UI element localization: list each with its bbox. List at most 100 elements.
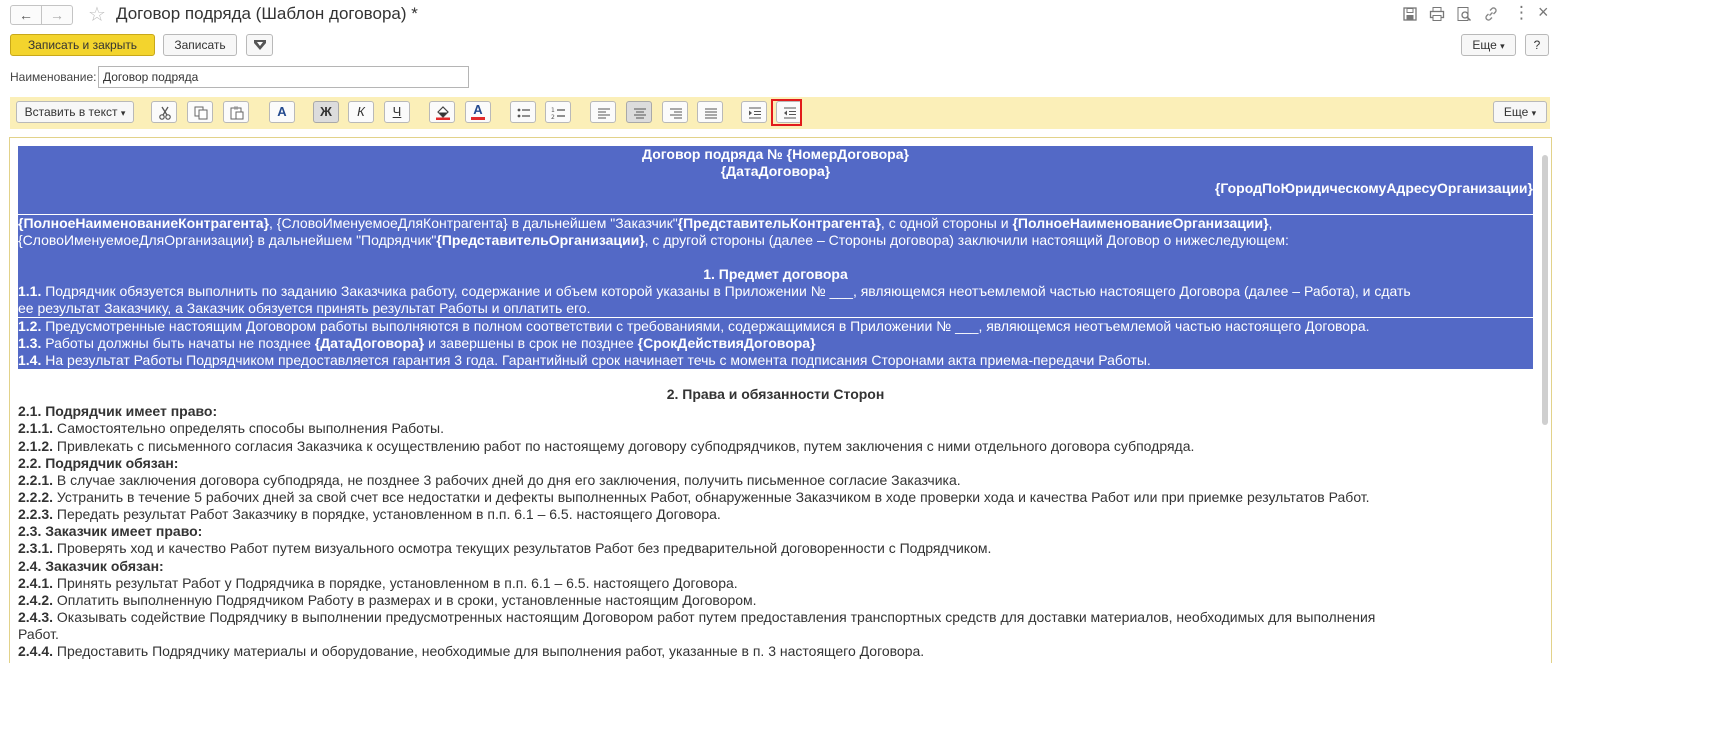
save-button[interactable]: Записать	[163, 34, 237, 56]
text-run: {ПредставительОрганизации}	[436, 231, 645, 248]
text-line[interactable]: 2.3.1. Проверять ход и качество Работ пу…	[18, 540, 1533, 557]
font-color-icon: A	[473, 102, 483, 117]
highlight-frame	[771, 99, 802, 126]
selected-text-line[interactable]	[18, 248, 1533, 266]
print-icon[interactable]	[1429, 6, 1445, 22]
text-line[interactable]: 2.4.1. Принять результат Работ у Подрядч…	[18, 575, 1533, 592]
text-run: 1.3.	[18, 334, 42, 351]
selected-text-line[interactable]: {ПолноеНаименованиеКонтрагента}, {СловоИ…	[18, 214, 1533, 232]
text-run: 2.4. Заказчик обязан:	[18, 557, 164, 574]
font-icon: A	[277, 104, 287, 119]
text-line[interactable]: 2.1. Подрядчик имеет право:	[18, 403, 1533, 420]
numbered-list-button[interactable]: 1 2	[545, 101, 571, 123]
text-run: {ДатаДоговора}	[314, 334, 425, 351]
text-run: 2.2.3.	[18, 506, 54, 523]
text-run: 1.2.	[18, 317, 42, 334]
text-run: и завершены в срок не позднее	[424, 334, 638, 351]
underline-button[interactable]: Ч	[384, 101, 410, 123]
paste-button[interactable]	[223, 101, 249, 123]
text-line[interactable]	[18, 369, 1533, 386]
text-line[interactable]: 2.2.1. В случае заключения договора субп…	[18, 472, 1533, 489]
background-color-button[interactable]	[429, 101, 455, 123]
preview-icon[interactable]	[1456, 6, 1472, 22]
shield-dropdown-icon	[254, 40, 266, 50]
align-right-button[interactable]	[662, 101, 688, 123]
bold-button[interactable]: Ж	[313, 101, 339, 123]
text-line[interactable]: 2.2.3. Передать результат Работ Заказчик…	[18, 506, 1533, 523]
underline-icon: Ч	[392, 104, 402, 119]
text-run: 2.2.1.	[18, 471, 54, 488]
text-line[interactable]: 2.4.2. Оплатить выполненную Подрядчиком …	[18, 592, 1533, 609]
save-icon[interactable]	[1402, 6, 1418, 22]
text-line[interactable]: 2.2.2. Устранить в течение 5 рабочих дне…	[18, 489, 1533, 506]
selected-text-line[interactable]: 1.4. На результат Работы Подрядчиком пре…	[18, 351, 1533, 369]
text-run: 2.1. Подрядчик имеет право:	[18, 403, 218, 420]
text-line[interactable]: 2.4.4. Предоставить Подрядчику материалы…	[18, 643, 1533, 660]
selected-text-line[interactable]: 1. Предмет договора	[18, 266, 1533, 284]
selected-text-line[interactable]: {ДатаДоговора}	[18, 163, 1533, 181]
align-justify-button[interactable]	[697, 101, 723, 123]
svg-text:2: 2	[551, 114, 555, 120]
text-line[interactable]: 2.2. Подрядчик обязан:	[18, 455, 1533, 472]
link-icon[interactable]	[1483, 6, 1499, 22]
selected-text-line[interactable]: 1.1. Подрядчик обязуется выполнить по за…	[18, 283, 1533, 301]
align-left-button[interactable]	[590, 101, 616, 123]
name-input[interactable]: Договор подряда	[98, 66, 469, 88]
scrollbar-thumb[interactable]	[1542, 155, 1548, 425]
more-button[interactable]: Еще ▾	[1461, 34, 1516, 56]
align-center-button[interactable]	[626, 101, 652, 123]
shield-button[interactable]	[246, 34, 273, 56]
help-button[interactable]: ?	[1525, 34, 1549, 56]
text-run: Предусмотренные настоящим Договором рабо…	[41, 317, 1370, 334]
text-line[interactable]: 2.3. Заказчик имеет право:	[18, 523, 1533, 540]
font-button[interactable]: A	[269, 101, 295, 123]
increase-indent-button[interactable]	[741, 101, 767, 123]
text-line[interactable]: 2. Права и обязанности Сторон	[18, 386, 1533, 403]
bulleted-list-button[interactable]	[510, 101, 536, 123]
text-line[interactable]: 2.4. Заказчик обязан:	[18, 558, 1533, 575]
insert-into-text-button[interactable]: Вставить в текст ▾	[16, 101, 134, 123]
font-color-button[interactable]: A	[465, 101, 491, 123]
more-vertical-icon[interactable]: ⋮	[1513, 3, 1530, 23]
copy-button[interactable]	[187, 101, 213, 123]
dropdown-arrow-icon: ▾	[1531, 108, 1537, 118]
text-run: ее результат Заказчику, а Заказчик обязу…	[18, 300, 591, 317]
paste-icon	[230, 106, 244, 120]
text-line[interactable]: 2.1.1. Самостоятельно определять способы…	[18, 420, 1533, 437]
selected-text-line[interactable]: Договор подряда № {НомерДоговора}	[18, 146, 1533, 163]
text-run: {СрокДействияДоговора}	[637, 334, 816, 351]
italic-button[interactable]: К	[348, 101, 374, 123]
selected-text-line[interactable]	[18, 197, 1533, 215]
format-more-button[interactable]: Еще ▾	[1493, 101, 1547, 123]
cut-button[interactable]	[151, 101, 177, 123]
text-run: 2.2. Подрядчик обязан:	[18, 454, 179, 471]
selected-text-line[interactable]: 1.2. Предусмотренные настоящим Договором…	[18, 317, 1533, 335]
text-run: Предоставить Подрядчику материалы и обор…	[53, 643, 925, 660]
text-run: {ГородПоЮридическомуАдресуОрганизации}	[1214, 180, 1533, 197]
increase-indent-icon	[749, 107, 761, 119]
name-label: Наименование:	[10, 70, 97, 84]
text-line[interactable]: 2.4.3. Оказывать содействие Подрядчику в…	[18, 609, 1533, 626]
text-run: , с другой стороны (далее – Стороны дого…	[644, 231, 1289, 248]
text-run: Договор подряда № {НомерДоговора}	[642, 146, 909, 162]
selected-text-line[interactable]: {СловоИменуемоеДляОрганизации} в дальней…	[18, 231, 1533, 249]
numbered-list-icon: 1 2	[551, 107, 565, 120]
text-run: Подрядчик обязуется выполнить по заданию…	[41, 283, 1411, 300]
text-run: 2.3. Заказчик имеет право:	[18, 523, 203, 540]
forward-button[interactable]: →	[41, 5, 73, 25]
text-run: {ДатаДоговора}	[720, 163, 831, 180]
favorite-star-icon[interactable]: ☆	[88, 2, 106, 27]
more-button-label: Еще	[1472, 38, 1497, 52]
text-run: Проверять ход и качество Работ путем виз…	[53, 540, 992, 557]
selected-text-line[interactable]: {ГородПоЮридическомуАдресуОрганизации}	[18, 180, 1533, 198]
text-run: {ПолноеНаименованиеОрганизации}	[1012, 214, 1269, 231]
selected-text-line[interactable]: ее результат Заказчику, а Заказчик обязу…	[18, 300, 1533, 318]
save-and-close-button[interactable]: Записать и закрыть	[10, 34, 155, 56]
text-run: , с одной стороны и	[880, 214, 1013, 231]
copy-icon	[194, 106, 208, 120]
selected-text-line[interactable]: 1.3. Работы должны быть начаты не поздне…	[18, 334, 1533, 352]
back-button[interactable]: ←	[10, 5, 42, 25]
close-icon[interactable]: ×	[1538, 2, 1549, 23]
text-line[interactable]: Работ.	[18, 626, 1533, 643]
text-line[interactable]: 2.1.2. Привлекать с письменного согласия…	[18, 438, 1533, 455]
